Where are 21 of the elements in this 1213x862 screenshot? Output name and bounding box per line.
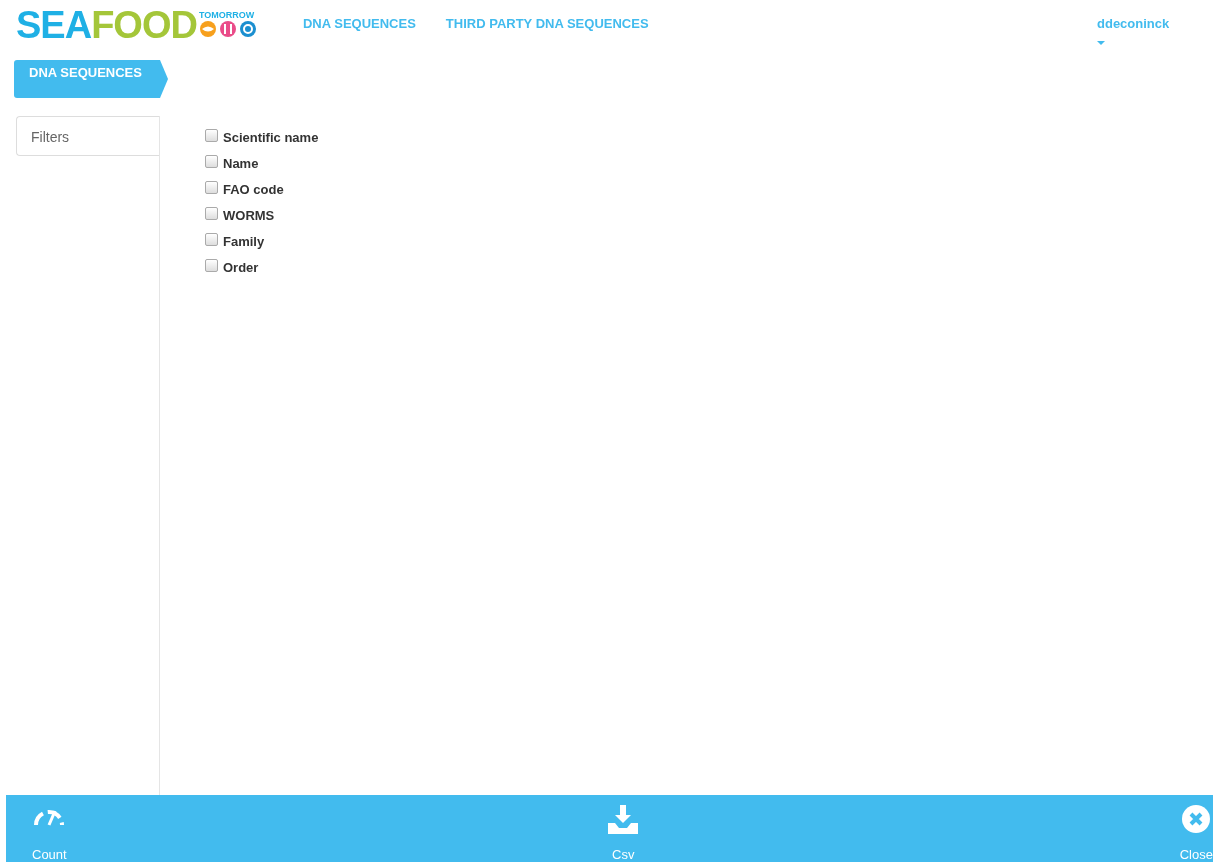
checkbox-label: Name	[223, 155, 259, 171]
checkbox-label: Order	[223, 259, 259, 275]
nav-link[interactable]: THIRD PARTY DNA SEQUENCES	[445, 16, 649, 31]
footer-button[interactable]: Csv	[607, 795, 640, 862]
caret-icon[interactable]	[1097, 41, 1105, 45]
download-icon	[607, 805, 640, 835]
checkbox-label: Family	[223, 233, 265, 249]
checkbox[interactable]	[205, 232, 218, 246]
checkbox[interactable]	[205, 128, 218, 142]
checkbox[interactable]	[205, 206, 218, 220]
checkbox[interactable]	[205, 258, 218, 272]
checkbox-label: Scientific name	[223, 129, 319, 145]
checkbox-label: WORMS	[223, 207, 275, 223]
filters-header[interactable]: Filters	[16, 116, 159, 156]
user-menu[interactable]: ddeconinck	[1097, 16, 1213, 31]
checkbox-label: FAO code	[223, 181, 284, 197]
checkbox[interactable]	[205, 180, 218, 194]
checkbox[interactable]	[205, 154, 218, 168]
footer-button[interactable]: Close	[1179, 795, 1213, 862]
nav-link[interactable]: DNA SEQUENCES	[302, 16, 416, 31]
footer-button[interactable]: Count	[32, 795, 67, 862]
